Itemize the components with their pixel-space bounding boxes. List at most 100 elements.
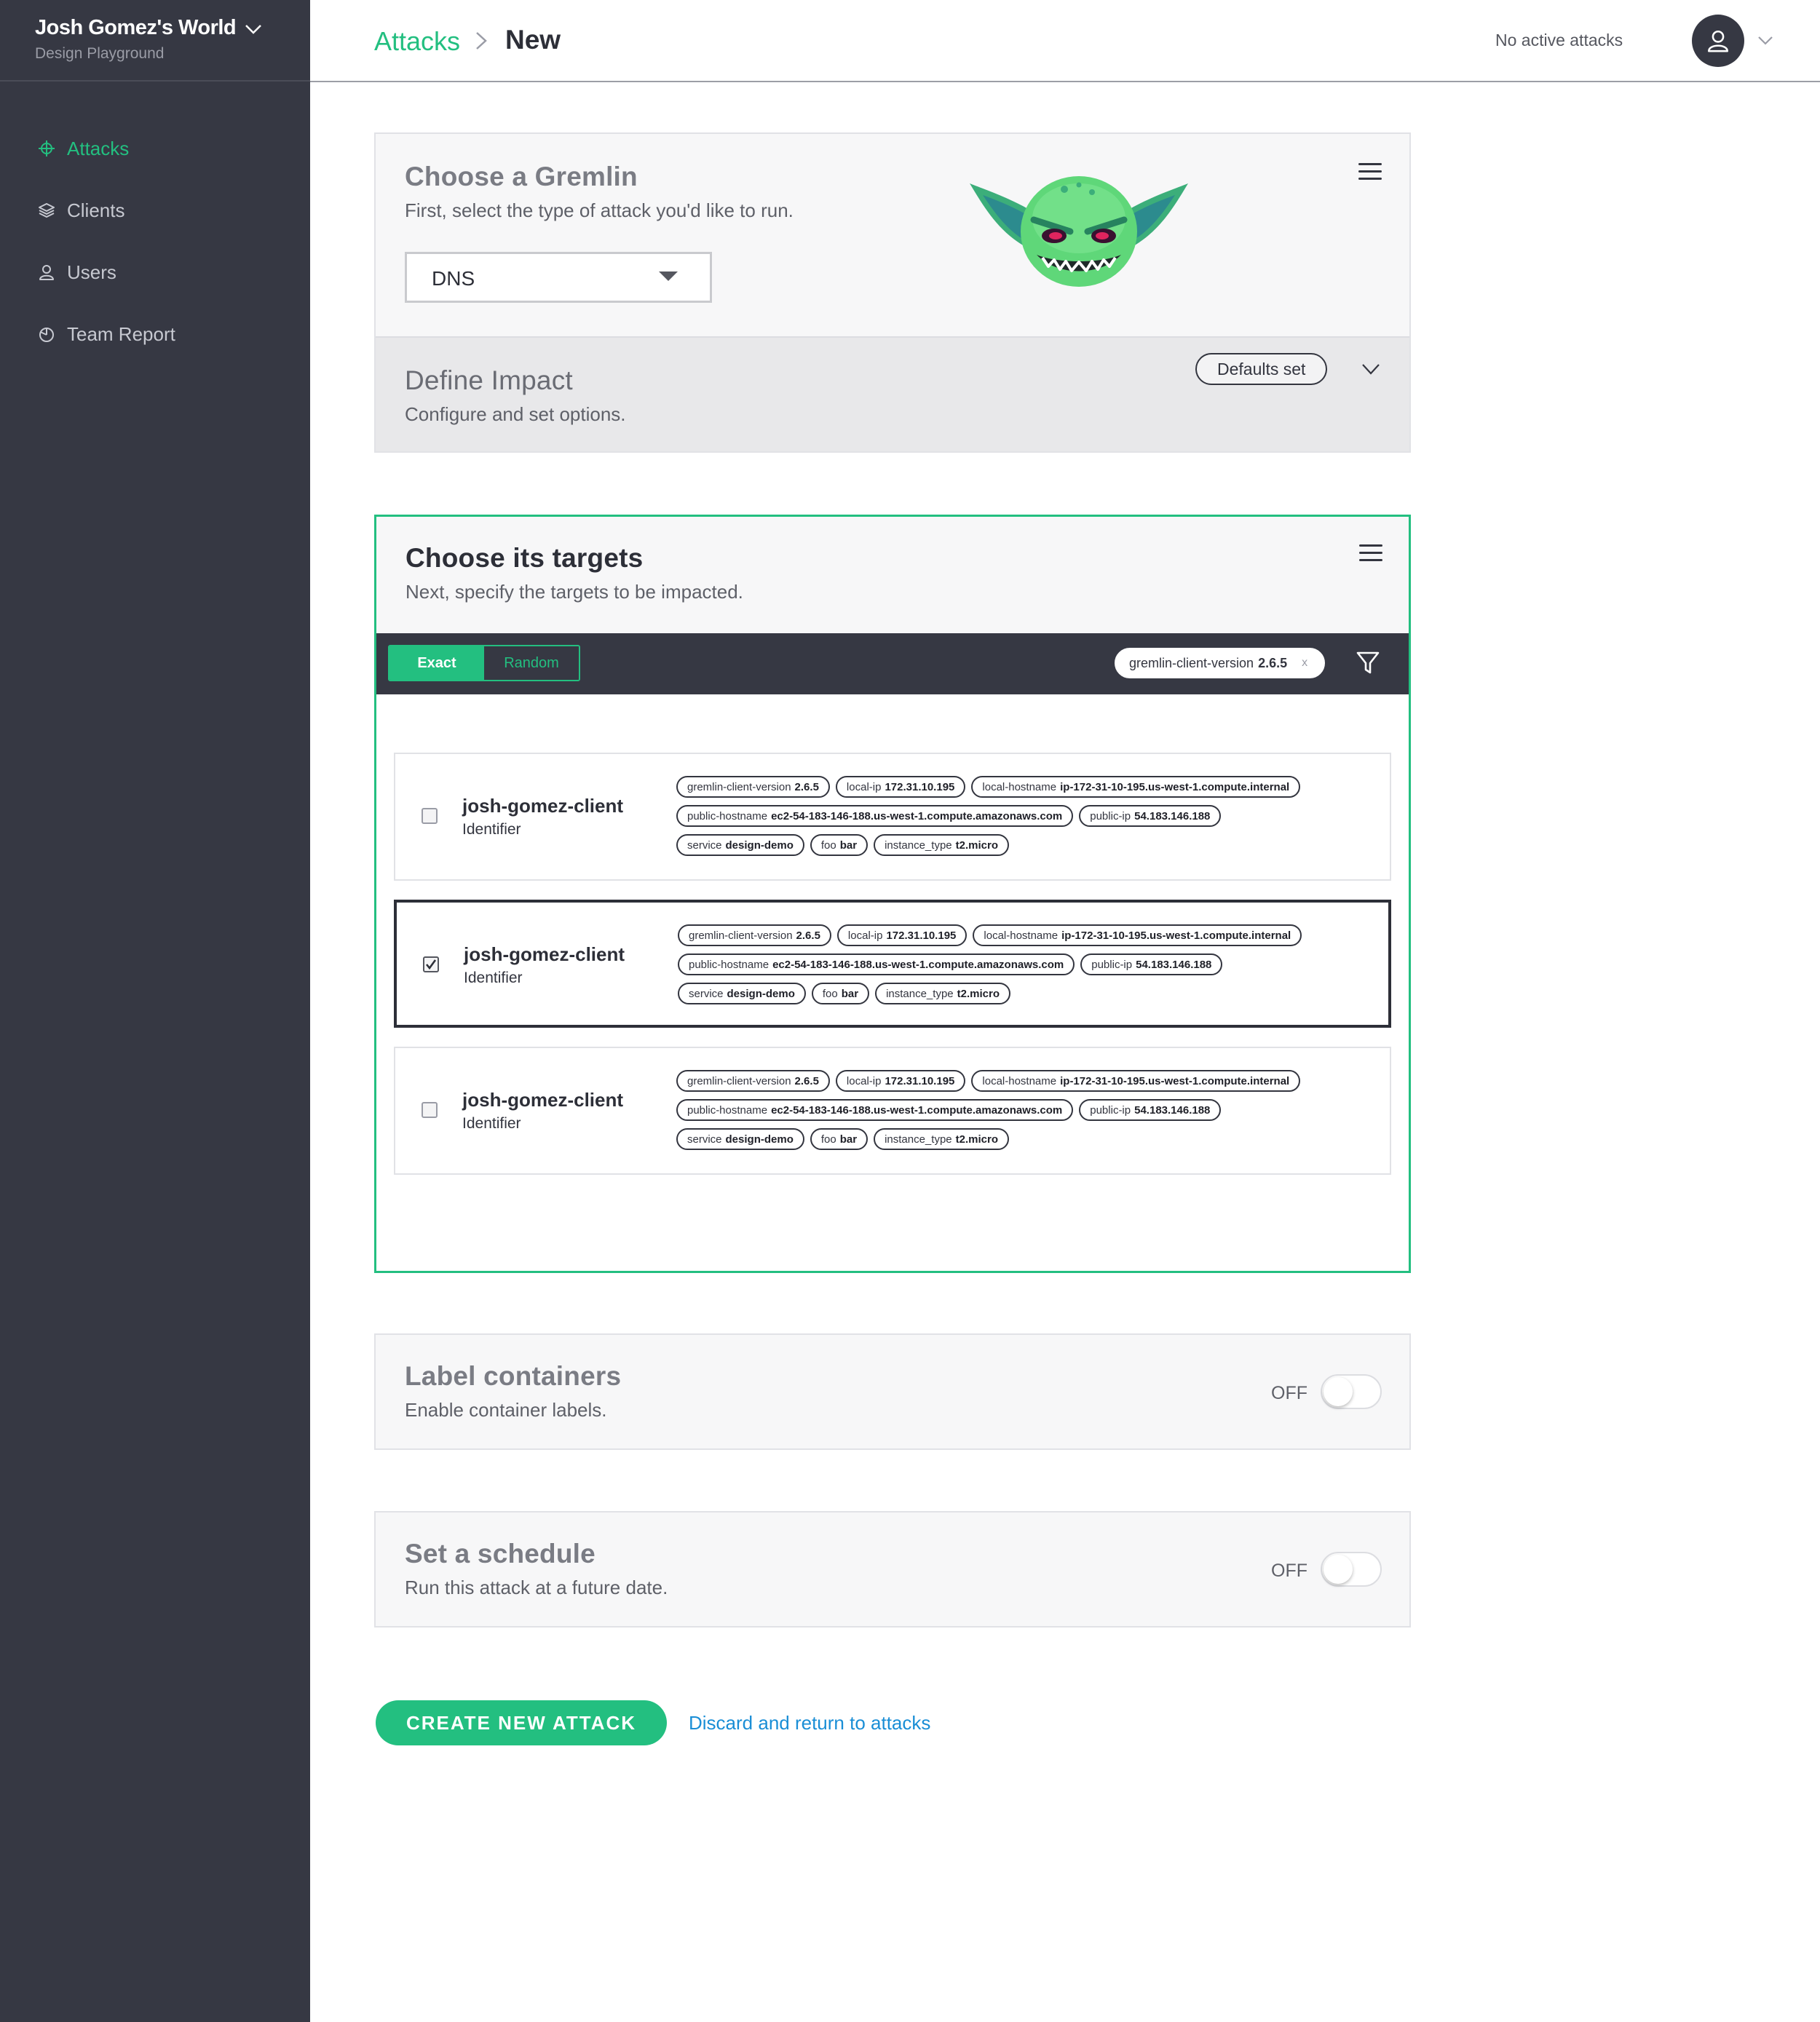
card-subtitle: Enable container labels. [405,1399,607,1421]
tag-value: 172.31.10.195 [885,780,955,793]
tag-value: ec2-54-183-146-188.us-west-1.compute.ama… [771,1103,1063,1117]
target-tag: instance_type t2.micro [874,834,1009,856]
tag-value: 172.31.10.195 [886,929,957,942]
tag-value: design-demo [725,1133,794,1146]
tag-key: service [687,1133,722,1146]
target-checkbox[interactable] [423,956,439,972]
target-tags: gremlin-client-version 2.6.5 local-ip 172.3… [676,776,1375,863]
filter-icon[interactable] [1356,651,1380,675]
target-tag: foo bar [811,983,870,1004]
tag-key: gremlin-client-version [687,1074,791,1087]
tag-key: local-hostname [982,1074,1057,1087]
target-tag: local-hostname ip-172-31-10-195.us-west-1… [971,1070,1301,1092]
sidebar-item-clients[interactable]: Clients [38,196,124,225]
chevron-down-icon[interactable] [1757,35,1773,47]
tag-value: 172.31.10.195 [885,1074,955,1087]
defaults-set-badge: Defaults set [1195,353,1328,385]
define-impact-section[interactable]: Define Impact Configure and set options.… [376,336,1409,451]
tag-key: public-hostname [689,958,769,971]
tag-key: service [689,987,724,1000]
chevron-down-icon[interactable] [245,22,262,36]
target-tag: public-hostname ec2-54-183-146-188.us-wes… [678,953,1075,975]
target-mode-toggle: Exact Random [388,645,580,681]
tag-value: design-demo [727,987,795,1000]
tag-value: 2.6.5 [794,1074,819,1087]
tag-value: ec2-54-183-146-188.us-west-1.compute.ama… [772,958,1064,971]
tag-key: public-hostname [687,809,768,822]
target-tag: local-hostname ip-172-31-10-195.us-west-1… [971,776,1301,798]
label-containers-card: Label containers Enable container labels… [374,1333,1411,1450]
tag-row: public-hostname ec2-54-183-146-188.us-wes… [678,953,1377,975]
label-containers-toggle[interactable] [1321,1374,1382,1409]
tag-row: service design-demo foo bar instance_type t2.… [678,983,1377,1004]
tag-row: public-hostname ec2-54-183-146-188.us-wes… [676,1099,1375,1121]
tag-key: instance_type [886,987,954,1000]
section-title: Define Impact [405,365,573,395]
tag-key: instance_type [885,838,952,852]
workspace-switcher[interactable]: Josh Gomez's World Design Playground [0,0,310,82]
active-attacks-status: No active attacks [1495,31,1623,49]
gremlin-mascot-icon [970,176,1188,287]
target-row[interactable]: josh-gomez-client Identifier gremlin-clien… [394,753,1391,881]
tag-key: public-ip [1090,1103,1131,1117]
tag-row: gremlin-client-version 2.6.5 local-ip 172.3… [678,924,1377,946]
tag-key: public-hostname [687,1103,768,1117]
menu-icon[interactable] [1359,544,1382,562]
discard-link[interactable]: Discard and return to attacks [689,1712,930,1734]
tag-key: foo [822,987,838,1000]
card-subtitle: First, select the type of attack you'd l… [405,199,794,221]
target-checkbox[interactable] [422,808,438,824]
tag-key: gremlin-client-version [687,780,791,793]
attack-type-select[interactable]: DNS [405,252,712,303]
tag-key: local-hostname [984,929,1059,942]
tag-value: ip-172-31-10-195.us-west-1.compute.inter… [1061,929,1291,942]
tag-row: service design-demo foo bar instance_type t2.… [676,1128,1375,1150]
tag-value: bar [839,1133,858,1146]
target-tag: foo bar [810,1128,869,1150]
tag-value: 2.6.5 [796,929,820,942]
sidebar-item-team-report[interactable]: Team Report [38,320,175,349]
breadcrumb-attacks-link[interactable]: Attacks [374,26,460,57]
target-name: josh-gomez-client [462,795,624,817]
toggle-knob [1324,1377,1353,1406]
tag-value: 54.183.146.188 [1134,809,1211,822]
tag-value: bar [841,987,859,1000]
crosshair-icon [39,140,55,156]
exact-mode-button[interactable]: Exact [389,646,484,680]
card-title: Set a schedule [405,1539,596,1569]
filter-chip-value: 2.6.5 [1258,655,1288,670]
sidebar-item-users[interactable]: Users [38,258,116,287]
sidebar-item-label: Clients [67,199,125,221]
close-icon[interactable]: x [1302,657,1307,670]
random-mode-button[interactable]: Random [484,646,579,680]
target-tag: gremlin-client-version 2.6.5 [676,776,830,798]
caret-down-icon [659,271,678,281]
target-row[interactable]: josh-gomez-client Identifier gremlin-clien… [394,900,1391,1028]
user-icon [1707,30,1729,52]
checkmark-icon [425,959,437,970]
target-checkbox[interactable] [422,1102,438,1118]
chevron-down-icon[interactable] [1361,362,1380,376]
toggle-knob [1324,1555,1353,1584]
tag-key: foo [820,1133,836,1146]
chevron-right-icon [476,32,487,49]
tag-key: instance_type [885,1133,952,1146]
target-tag: local-hostname ip-172-31-10-195.us-west-1… [973,924,1302,946]
create-attack-button[interactable]: CREATE NEW ATTACK [376,1700,667,1745]
avatar[interactable] [1692,15,1744,67]
layers-icon [39,203,55,218]
menu-icon[interactable] [1358,163,1382,181]
sidebar-item-label: Users [67,261,116,283]
set-schedule-card: Set a schedule Run this attack at a futu… [374,1511,1411,1627]
target-kind: Identifier [464,970,523,986]
sidebar-item-attacks[interactable]: Attacks [38,134,129,163]
section-subtitle: Configure and set options. [405,403,626,425]
tag-value: 54.183.146.188 [1136,958,1212,971]
filter-chip[interactable]: gremlin-client-version 2.6.5 x [1115,648,1326,678]
target-tag: service design-demo [676,834,804,856]
target-row[interactable]: josh-gomez-client Identifier gremlin-clien… [394,1047,1391,1175]
target-kind: Identifier [462,1115,521,1132]
card-title: Choose a Gremlin [405,162,638,191]
target-tag: public-ip 54.183.146.188 [1079,805,1222,827]
schedule-toggle[interactable] [1321,1552,1382,1587]
